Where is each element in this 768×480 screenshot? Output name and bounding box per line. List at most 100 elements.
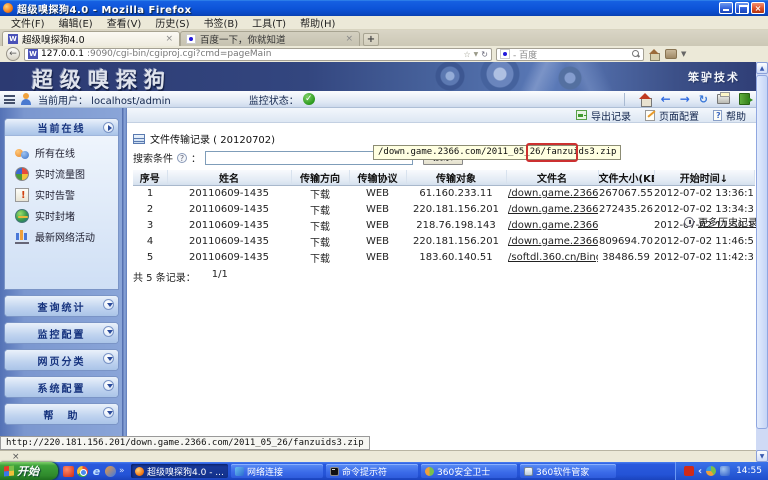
file-link-hovered[interactable]: /down.game.2366.com/2011_... <box>506 218 598 234</box>
browser-search-box[interactable]: - 百度 <box>496 48 644 61</box>
menu-file[interactable]: 文件(F) <box>4 15 52 30</box>
sidebar-item-realtime-alert[interactable]: 实时告警 <box>15 184 118 205</box>
col-starttime[interactable]: 开始时间↓ <box>654 170 754 186</box>
tab-baidu[interactable]: 百度一下，你就知道 × <box>180 31 360 46</box>
tab-close-icon[interactable]: × <box>344 34 354 44</box>
tab-sniffer[interactable]: W 超级嗅探狗4.0 × <box>2 31 180 46</box>
menu-view[interactable]: 查看(V) <box>100 15 149 30</box>
ie-icon[interactable]: e <box>91 466 102 477</box>
file-link[interactable]: /down.game.2366.com/2011_... <box>506 234 598 250</box>
quicklaunch-app-icon[interactable] <box>63 466 74 477</box>
panel-query-stats[interactable]: 查询统计 <box>4 295 119 317</box>
menu-tools[interactable]: 工具(T) <box>245 15 293 30</box>
menu-history[interactable]: 历史(S) <box>148 15 196 30</box>
sidebar-item-realtime-block[interactable]: 实时封堵 <box>15 205 118 226</box>
url-dropdown-icon[interactable]: ▼ <box>474 51 479 58</box>
taskbar-window-360safe[interactable]: 360安全卫士 <box>421 464 517 478</box>
panel-collapse-button[interactable] <box>103 353 114 364</box>
panel-system-config[interactable]: 系统配置 <box>4 376 119 398</box>
file-link[interactable]: /down.game.2366.com/2011_... <box>506 186 598 202</box>
sidebar-item-all-online[interactable]: 所有在线 <box>15 142 118 163</box>
media-player-icon[interactable] <box>105 466 116 477</box>
taskbar-window-network[interactable]: 网络连接 <box>231 464 323 478</box>
file-link[interactable]: /down.game.2366.com/2011_... <box>506 202 598 218</box>
minimize-button[interactable] <box>719 2 733 14</box>
help-link[interactable]: 帮助 <box>713 108 746 123</box>
page-config-link[interactable]: 页面配置 <box>645 108 699 123</box>
user-status-bar: 当前用户： localhost/admin 监控状态： ✓ ← → ↻ <box>0 91 768 108</box>
app-refresh-icon[interactable]: ↻ <box>699 94 708 105</box>
tray-app-icon[interactable] <box>684 466 694 476</box>
scroll-down-button[interactable]: ▼ <box>756 450 768 462</box>
panel-collapse-button[interactable] <box>103 326 114 337</box>
col-name[interactable]: 姓名 <box>167 170 291 186</box>
col-direction[interactable]: 传输方向 <box>291 170 349 186</box>
search-icon[interactable] <box>632 50 640 58</box>
panel-expand-button[interactable] <box>103 122 114 133</box>
menu-bookmarks[interactable]: 书签(B) <box>197 15 246 30</box>
panel-help[interactable]: 帮 助 <box>4 403 119 425</box>
app-home-icon[interactable] <box>639 94 652 105</box>
panel-header-current-online[interactable]: 当前在线 <box>5 119 118 136</box>
page-viewport: 超级嗅探狗 笨驴技术 当前用户： localhost/admin 监控状态： ✓… <box>0 62 768 462</box>
print-icon[interactable] <box>717 94 730 104</box>
vertical-scrollbar[interactable]: ▲ ▼ <box>756 62 768 462</box>
file-transfer-table: 序号 姓名 传输方向 传输协议 传输对象 文件名 文件大小(KB) 开始时间↓ … <box>133 170 755 266</box>
export-records-link[interactable]: 导出记录 <box>576 108 631 123</box>
window-title: 超级嗅探狗4.0 - Mozilla Firefox <box>17 1 719 16</box>
col-filename[interactable]: 文件名 <box>506 170 598 186</box>
quicklaunch-expand-icon[interactable]: » <box>119 466 125 476</box>
reload-icon[interactable]: ↻ <box>481 50 488 59</box>
panel-collapse-button[interactable] <box>103 299 114 310</box>
app-logo: 超级嗅探狗 <box>32 64 172 91</box>
help-circle-icon[interactable]: ? <box>177 153 187 163</box>
quick-launch: e » <box>58 466 130 477</box>
findbar-close-icon[interactable]: × <box>12 452 20 462</box>
screen: 超级嗅探狗4.0 - Mozilla Firefox × 文件(F) 编辑(E)… <box>0 0 768 480</box>
scroll-up-button[interactable]: ▲ <box>756 62 768 74</box>
taskbar-window-firefox[interactable]: 超级嗅探狗4.0 - ... <box>131 464 228 478</box>
col-target[interactable]: 传输对象 <box>406 170 506 186</box>
taskbar-window-360soft[interactable]: 360软件管家 <box>520 464 616 478</box>
new-tab-button[interactable]: + <box>363 33 379 46</box>
window-titlebar: 超级嗅探狗4.0 - Mozilla Firefox × <box>0 0 768 16</box>
logout-icon[interactable] <box>739 93 750 105</box>
more-history-link[interactable]: 更多历史记录 <box>684 214 758 229</box>
table-header-row: 序号 姓名 传输方向 传输协议 传输对象 文件名 文件大小(KB) 开始时间↓ <box>133 170 754 186</box>
globe-icon <box>15 209 29 223</box>
col-protocol[interactable]: 传输协议 <box>349 170 406 186</box>
url-bar[interactable]: W 127.0.0.1 :9090/cgi-bin/cgiproj.cgi?cm… <box>24 48 492 61</box>
menu-help[interactable]: 帮助(H) <box>293 15 342 30</box>
home-button-icon[interactable] <box>648 49 661 60</box>
close-button[interactable]: × <box>751 2 765 14</box>
menu-toggle-icon[interactable] <box>4 95 15 104</box>
app-toolbar: ← → ↻ <box>624 93 764 106</box>
chrome-icon[interactable] <box>77 466 88 477</box>
scrollbar-thumb[interactable] <box>756 75 768 429</box>
table-row: 3 20110609-1435 下载 WEB 218.76.198.143 /d… <box>133 218 754 234</box>
start-button[interactable]: 开始 <box>0 462 58 480</box>
app-back-icon[interactable]: ← <box>661 94 671 105</box>
tray-360-icon[interactable] <box>706 466 716 476</box>
panel-web-category[interactable]: 网页分类 <box>4 349 119 371</box>
back-button[interactable]: ← <box>6 47 20 61</box>
tab-close-icon[interactable]: × <box>164 34 174 44</box>
search-engine-label: - 百度 <box>513 48 629 61</box>
tray-network-icon[interactable] <box>720 466 730 476</box>
sidebar-item-realtime-traffic[interactable]: 实时流量图 <box>15 163 118 184</box>
sidebar-item-latest-activity[interactable]: 最新网络活动 <box>15 226 118 247</box>
tray-chevron-icon[interactable]: ‹ <box>698 466 702 477</box>
menu-edit[interactable]: 编辑(E) <box>52 15 100 30</box>
panel-collapse-button[interactable] <box>103 407 114 418</box>
col-index[interactable]: 序号 <box>133 170 167 186</box>
col-filesize[interactable]: 文件大小(KB) <box>598 170 654 186</box>
file-link[interactable]: /softdl.360.cn/BingDict/BingDi... <box>506 250 598 266</box>
bookmarks-button-icon[interactable] <box>665 49 677 59</box>
bookmark-star-icon[interactable]: ☆ <box>464 50 471 59</box>
taskbar-window-cmd[interactable]: 命令提示符 <box>326 464 418 478</box>
panel-collapse-button[interactable] <box>103 380 114 391</box>
panel-monitor-config[interactable]: 监控配置 <box>4 322 119 344</box>
chevron-down-icon[interactable]: ▼ <box>681 50 686 58</box>
app-forward-icon[interactable]: → <box>680 94 690 105</box>
restore-button[interactable] <box>735 2 749 14</box>
